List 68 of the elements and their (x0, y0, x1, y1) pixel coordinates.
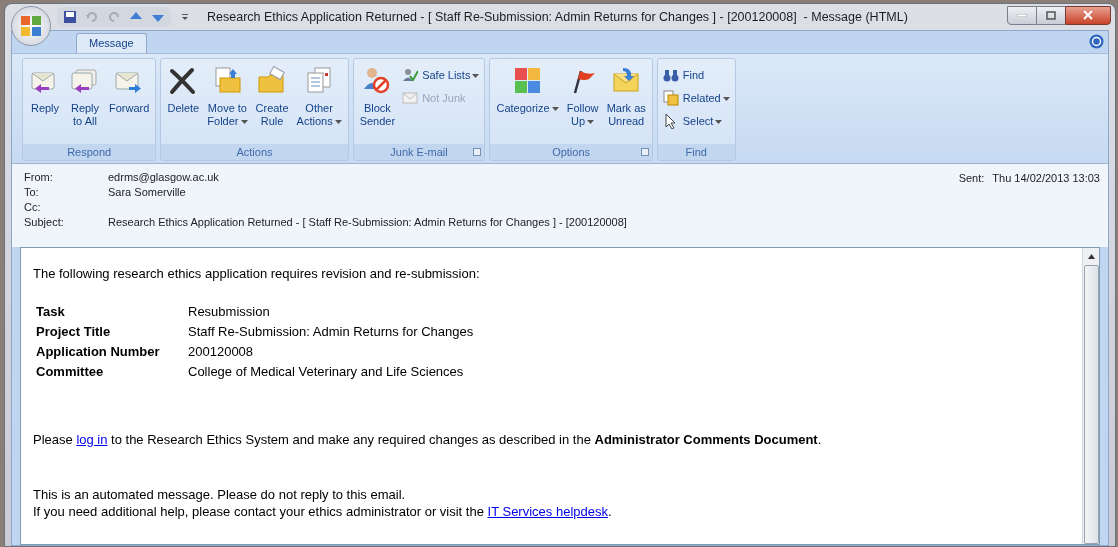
detail-value: College of Medical Veterinary and Life Sciences (188, 362, 464, 381)
binoculars-icon (662, 67, 679, 83)
ribbon-button[interactable]: Forward (106, 65, 153, 144)
field-label: Sent: (958, 171, 985, 186)
detail-value: 200120008 (188, 342, 254, 361)
envelope-icon (402, 90, 419, 106)
caret-icon (587, 120, 595, 125)
detail-label: Committee (36, 362, 105, 381)
ribbon-button[interactable]: Reply (26, 65, 64, 144)
ribbon-button[interactable]: Mark as Unread (603, 65, 649, 144)
caret-icon (334, 120, 342, 125)
ribbon-button[interactable]: Block Sender (356, 65, 399, 144)
group-label: Junk E-mail (390, 144, 448, 160)
link[interactable]: log in (76, 431, 108, 447)
ribbon-button[interactable]: Categorize (493, 65, 562, 144)
minimize-button[interactable] (1007, 5, 1037, 25)
field-value: Research Ethics Application Returned - [ Staff Re-Submission: Admin Returns for Changes ] - [200120008] (108, 215, 627, 231)
close-icon (1083, 10, 1093, 20)
documents-icon (662, 90, 679, 106)
detail-label: Application Number (36, 342, 161, 361)
ribbon-button[interactable]: Safe Lists (400, 66, 482, 84)
field-value: Sara Somerville (108, 185, 186, 201)
ribbon-button[interactable]: Create Rule (252, 65, 292, 144)
close-button[interactable] (1065, 5, 1111, 25)
ribbon-button[interactable]: Move to Folder (204, 65, 251, 144)
detail-label: Project Title (36, 322, 112, 341)
intro-text: The following research ethics application requires revision and re-submission: (33, 265, 481, 283)
field-value: Thu 14/02/2013 13:03 (992, 171, 1100, 186)
group-label: Options (552, 144, 591, 160)
caret-icon (472, 73, 480, 78)
maximize-icon (1046, 10, 1056, 20)
ribbon-button[interactable]: Select (660, 112, 732, 130)
ribbon-button[interactable]: Follow Up (563, 65, 602, 144)
detail-value: Resubmission (188, 302, 270, 321)
group-label: Find (685, 144, 707, 160)
caret-icon (551, 107, 559, 112)
caret-icon (240, 120, 248, 125)
ribbon-button[interactable]: Reply to All (66, 65, 104, 144)
field-label: Subject: (24, 215, 65, 231)
field-label: From: (24, 170, 54, 186)
field-label: To: (24, 185, 40, 201)
customize-toolbar-icon[interactable] (181, 12, 189, 22)
office-logo-icon (20, 15, 42, 37)
people-check-icon (402, 67, 419, 83)
footer-text: This is an automated message. Please do not reply to this email. (33, 486, 407, 503)
group-label: Respond (67, 144, 112, 160)
save-icon[interactable] (63, 10, 77, 24)
dialog-launcher-icon[interactable] (640, 148, 649, 156)
detail-label: Task (36, 302, 66, 321)
window-title: Research Ethics Application Returned - [ Staff Re-Submission: Admin Returns for Changes ] - [200120008] - Message (HTML) (207, 8, 908, 26)
maximize-button[interactable] (1037, 5, 1065, 25)
caret-icon (715, 119, 723, 124)
dialog-launcher-icon[interactable] (473, 148, 482, 156)
caret-icon (722, 96, 730, 101)
ribbon-button[interactable]: Related (660, 89, 732, 107)
ribbon-button[interactable]: Other Actions (293, 65, 345, 144)
ribbon-button[interactable]: Delete (164, 65, 203, 144)
field-label: Cc: (24, 200, 42, 216)
help-icon[interactable] (1089, 34, 1104, 49)
footer-text: If you need additional help, please contact your ethics administrator or visit the IT Services helpdesk. (33, 503, 613, 520)
group-label: Actions (236, 144, 273, 160)
link[interactable]: IT Services helpdesk (487, 504, 608, 519)
message-tab[interactable]: Message (76, 33, 147, 53)
detail-value: Staff Re-Submission: Admin Returns for Changes (188, 322, 474, 341)
office-button[interactable] (11, 6, 51, 46)
ribbon-button[interactable]: Find (660, 66, 732, 84)
field-value: edrms@glasgow.ac.uk (108, 170, 219, 186)
instruction-text: Please log in to the Research Ethics System and make any required changes as described in the Administrator Comments Document. (33, 430, 823, 449)
